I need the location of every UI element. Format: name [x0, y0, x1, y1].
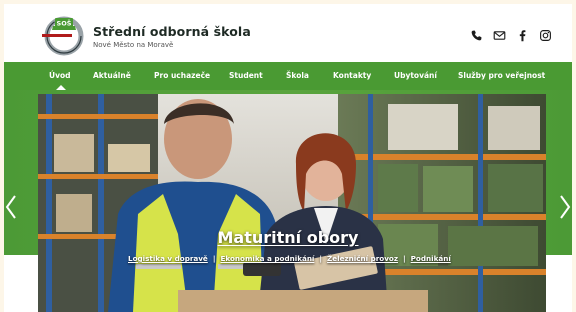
- phone-icon[interactable]: [470, 29, 483, 42]
- link-separator: |: [212, 254, 216, 263]
- hero-image: [38, 94, 546, 312]
- slide-link-ekonomika[interactable]: Ekonomika a podnikání: [220, 254, 314, 263]
- mail-icon[interactable]: [493, 29, 506, 42]
- slide-link-logistika[interactable]: Logistika v dopravě: [128, 254, 208, 263]
- slide-links: Logistika v dopravě | Ekonomika a podnikán…: [128, 254, 458, 266]
- slide-link-podnikani[interactable]: Podnikání: [411, 254, 451, 263]
- site-header: SOŠ Střední odborná škola Nové Město na …: [4, 4, 572, 62]
- nav-item-student[interactable]: Student: [229, 71, 263, 80]
- nav-item-sluzby-pro-verejnost[interactable]: Služby pro veřejnost: [458, 71, 545, 80]
- main-navigation: Úvod Aktuálně Pro uchazeče Student Škola…: [4, 62, 572, 90]
- page: SOŠ Střední odborná škola Nové Město na …: [0, 0, 576, 312]
- link-separator: |: [319, 254, 323, 263]
- brand-subtitle: Nové Město na Moravě: [93, 41, 174, 49]
- facebook-icon[interactable]: [516, 29, 529, 42]
- logo-text: SOŠ: [57, 18, 72, 27]
- nav-item-aktualne[interactable]: Aktuálně: [93, 71, 131, 80]
- brand-name[interactable]: Střední odborná škola: [93, 24, 251, 39]
- slide-title[interactable]: Maturitní obory: [0, 228, 576, 247]
- nav-item-skola[interactable]: Škola: [286, 71, 309, 80]
- instagram-icon[interactable]: [539, 29, 552, 42]
- warehouse-photo: [38, 94, 546, 312]
- slider-prev-arrow-icon[interactable]: [4, 194, 18, 220]
- link-separator: |: [403, 254, 406, 263]
- nav-item-uvod[interactable]: Úvod: [49, 71, 71, 80]
- slider-next-arrow-icon[interactable]: [558, 194, 572, 220]
- slide-link-zeleznicni-provoz[interactable]: Železniční provoz: [327, 254, 398, 263]
- header-icons: [470, 28, 552, 42]
- nav-item-kontakty[interactable]: Kontakty: [333, 71, 371, 80]
- nav-item-pro-uchazece[interactable]: Pro uchazeče: [154, 71, 210, 80]
- active-nav-indicator: [56, 85, 66, 90]
- school-logo[interactable]: SOŠ: [42, 12, 86, 56]
- nav-item-ubytovani[interactable]: Ubytování: [394, 71, 437, 80]
